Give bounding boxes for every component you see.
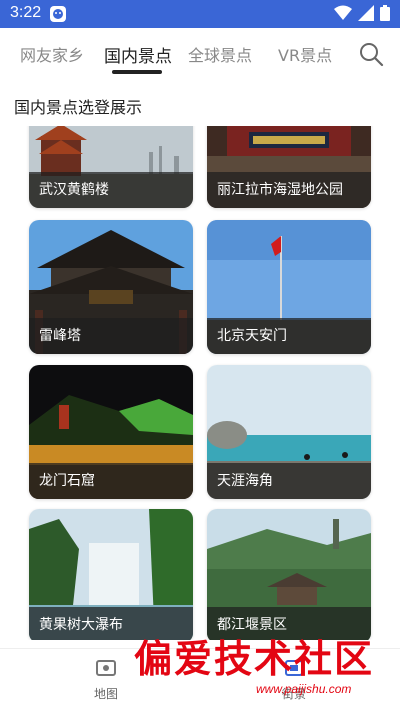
map-icon <box>96 660 116 676</box>
status-time: 3:22 <box>10 4 42 21</box>
card-caption: 武汉黄鹤楼 <box>29 172 193 208</box>
app-notification-icon <box>50 6 66 22</box>
scenic-card[interactable]: 都江堰景区 <box>207 509 371 640</box>
scenic-card[interactable]: 北京天安门 <box>207 220 371 354</box>
search-icon[interactable] <box>358 41 384 67</box>
tab-domestic-scenic[interactable]: 国内景点 <box>104 42 172 67</box>
card-caption: 丽江拉市海湿地公园 <box>207 172 371 208</box>
status-bar: 3:22 <box>0 0 400 28</box>
scenic-grid: 武汉黄鹤楼 丽江拉市海湿地公园 雷峰塔 北京天安门 龙门石窟 天涯海角 黄果树大… <box>12 126 388 640</box>
card-caption: 龙门石窟 <box>29 463 193 499</box>
card-caption: 雷峰塔 <box>29 318 193 354</box>
battery-icon <box>380 5 390 21</box>
watermark-text: 偏爱技术社区 <box>134 636 375 681</box>
tab-vr-scenic[interactable]: VR景点 <box>278 42 332 66</box>
wifi-icon <box>334 5 352 20</box>
card-caption: 天涯海角 <box>207 463 371 499</box>
active-tab-indicator <box>112 70 162 74</box>
watermark: 偏爱技术社区 www.paijishu.com <box>120 628 400 708</box>
watermark-url: www.paijishu.com <box>256 682 352 696</box>
signal-icon <box>358 5 374 21</box>
scenic-card[interactable]: 天涯海角 <box>207 365 371 499</box>
tab-global-scenic[interactable]: 全球景点 <box>188 42 252 66</box>
scenic-card[interactable]: 雷峰塔 <box>29 220 193 354</box>
tab-hometown[interactable]: 网友家乡 <box>20 42 84 66</box>
top-tab-bar: 网友家乡 国内景点 全球景点 VR景点 <box>0 28 400 84</box>
scenic-card[interactable]: 龙门石窟 <box>29 365 193 499</box>
scenic-card[interactable]: 黄果树大瀑布 <box>29 509 193 640</box>
section-title: 国内景点选登展示 <box>14 98 143 117</box>
scenic-card[interactable]: 武汉黄鹤楼 <box>29 126 193 208</box>
scenic-card[interactable]: 丽江拉市海湿地公园 <box>207 126 371 208</box>
card-caption: 北京天安门 <box>207 318 371 354</box>
